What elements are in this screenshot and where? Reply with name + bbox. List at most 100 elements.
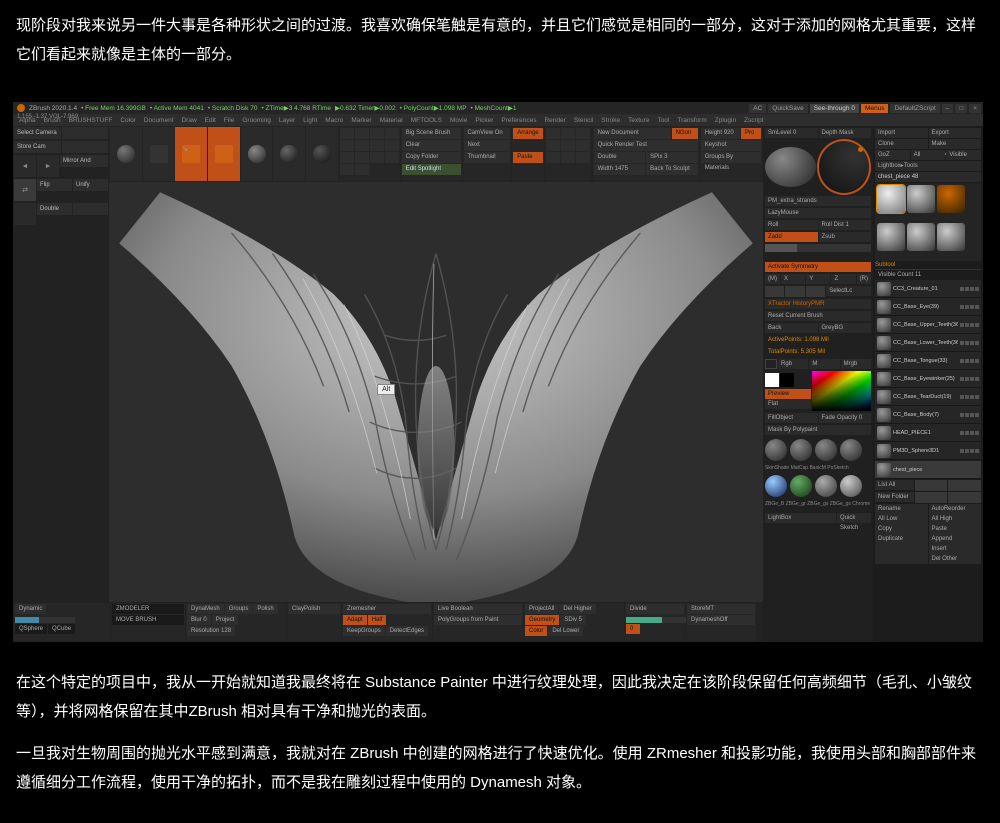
half-button[interactable]: Half — [368, 615, 387, 625]
double-button-2[interactable]: Double — [594, 152, 646, 163]
menu-zplugin[interactable]: Zplugin — [715, 117, 736, 124]
subtool-vis-icons[interactable] — [960, 323, 979, 327]
divide-button[interactable]: Divide — [626, 604, 684, 614]
menu-edit[interactable]: Edit — [205, 117, 216, 124]
sym-x[interactable]: X — [781, 274, 805, 284]
rgb-checkbox[interactable] — [765, 359, 777, 369]
qsphere-button[interactable]: QSphere — [15, 624, 47, 634]
select-camera-button[interactable]: Select Camera — [14, 127, 61, 139]
claypolish-button[interactable]: ClayPolish — [288, 604, 340, 614]
quick-render-button[interactable]: Quick Render Test — [594, 140, 698, 151]
subtool-vis-icons[interactable] — [960, 341, 979, 345]
material-sphere[interactable] — [840, 439, 862, 461]
menu-transform[interactable]: Transform — [677, 117, 706, 124]
tool-thumb[interactable] — [907, 223, 935, 251]
color-button[interactable]: Color — [525, 626, 547, 636]
flip-icon[interactable]: ⇄ — [14, 179, 36, 201]
store-mt-button[interactable]: StoreMT — [687, 604, 755, 614]
mrgb-button[interactable]: Mrgb — [841, 359, 871, 369]
detectedges-button[interactable]: DetectEdges — [386, 626, 428, 636]
subtool-header[interactable]: Subtool — [875, 262, 981, 270]
menu-mftools[interactable]: MFTOOLS — [411, 117, 442, 124]
shelf-icon[interactable] — [340, 164, 354, 175]
thumbnail-button[interactable]: Thumbnail — [464, 152, 511, 163]
geometry-button[interactable]: Geometry — [525, 615, 559, 625]
new-document-button[interactable]: New Document — [594, 128, 671, 139]
menu-tool[interactable]: Tool — [657, 117, 669, 124]
camview-on-button[interactable]: CamView On — [464, 128, 511, 139]
camera-slot[interactable] — [62, 127, 109, 139]
divide-slider[interactable] — [626, 617, 686, 623]
shelf-icon[interactable] — [355, 164, 369, 175]
tool-thumb[interactable] — [937, 185, 965, 213]
export-button[interactable]: Export — [929, 128, 982, 138]
reset-brush-button[interactable]: Reset Current Brush — [765, 311, 871, 321]
width-field[interactable]: Width 1475 — [594, 164, 646, 175]
arrow-up-icon[interactable] — [915, 480, 948, 491]
shelf-icon[interactable] — [340, 152, 354, 163]
draw-icon[interactable] — [546, 128, 560, 139]
m-button[interactable]: M — [809, 359, 839, 369]
append-button[interactable]: Append — [929, 534, 982, 544]
copy-button[interactable]: Copy — [875, 524, 928, 534]
tool-thumb[interactable] — [907, 185, 935, 213]
subtool-vis-icons[interactable] — [960, 449, 979, 453]
back-button[interactable]: Back — [765, 323, 818, 333]
material-sphere[interactable] — [765, 439, 787, 461]
subtool-row-selected[interactable]: chest_piece — [875, 461, 981, 479]
texture-thumb[interactable] — [208, 127, 240, 181]
arrow-down-icon[interactable] — [948, 480, 981, 491]
sym-r[interactable]: (R) — [857, 274, 871, 284]
sym-m[interactable]: (M) — [765, 274, 780, 284]
menus-button[interactable]: Menus — [861, 104, 889, 113]
keepgroups-button[interactable]: KeepGroups — [343, 626, 385, 636]
material-thumb-2[interactable] — [273, 127, 305, 181]
arrange-button[interactable]: Arrange — [513, 128, 542, 139]
menu-texture[interactable]: Texture — [628, 117, 649, 124]
menu-document[interactable]: Document — [144, 117, 174, 124]
shelf-icon[interactable] — [340, 128, 354, 139]
default-zscript-button[interactable]: DefaultZScript — [890, 104, 939, 113]
store-cam-button[interactable]: Store Cam — [14, 141, 61, 153]
shelf-icon[interactable] — [385, 152, 399, 163]
menu-preferences[interactable]: Preferences — [501, 117, 536, 124]
lightbox-button[interactable]: LightBox — [765, 513, 836, 523]
paste-button[interactable]: Paste — [513, 152, 542, 163]
lightbox-tools[interactable]: Lightbox▸Tools — [875, 161, 981, 171]
move-brush-button[interactable]: MOVE BRUSH — [112, 615, 184, 625]
menu-file[interactable]: File — [224, 117, 234, 124]
fade-opacity-slider[interactable]: Fade Opacity 0 — [819, 413, 872, 423]
shelf-icon[interactable] — [370, 152, 384, 163]
menu-grooming[interactable]: Grooming — [242, 117, 271, 124]
copy-folder-button[interactable]: Copy Folder — [402, 152, 461, 163]
gizmo-icon[interactable] — [576, 140, 590, 151]
roll-button[interactable]: Roll — [765, 220, 818, 230]
shelf-icon[interactable] — [355, 152, 369, 163]
back-to-sculpt-button[interactable]: Back To Sculpt — [646, 164, 698, 175]
sym-y[interactable]: Y — [806, 274, 830, 284]
groups-by-materials-button[interactable]: Groups By Materials — [701, 152, 761, 163]
dynamic-slider[interactable] — [15, 617, 75, 623]
subtool-row[interactable]: PM3D_Sphere3D1 — [875, 442, 981, 460]
live-boolean-button[interactable]: Live Boolean — [434, 604, 522, 614]
menu-draw[interactable]: Draw — [181, 117, 196, 124]
menu-render[interactable]: Render — [544, 117, 565, 124]
rotate-icon[interactable] — [546, 140, 560, 151]
material-sphere[interactable] — [840, 475, 862, 497]
menu-light[interactable]: Light — [303, 117, 317, 124]
goz-button[interactable]: GoZ — [875, 150, 910, 160]
rename-button[interactable]: Rename — [875, 504, 928, 514]
misc-icon[interactable] — [546, 152, 560, 163]
mask-by-polypaint-button[interactable]: Mask By Polypaint — [765, 425, 871, 435]
delhigher-button[interactable]: Del Higher — [559, 604, 595, 614]
paste-button[interactable]: Paste — [929, 524, 982, 534]
subtool-row[interactable]: CC_Base_Eye(39) — [875, 298, 981, 316]
mask-icon[interactable] — [806, 286, 825, 297]
sym-z[interactable]: Z — [831, 274, 855, 284]
cam-slot-2[interactable] — [62, 141, 109, 153]
unify-button[interactable]: Unify — [73, 179, 108, 191]
scale-icon[interactable] — [576, 128, 590, 139]
material-sphere[interactable] — [765, 475, 787, 497]
menu-color[interactable]: Color — [120, 117, 136, 124]
height-field[interactable]: Height 920 — [701, 128, 740, 139]
